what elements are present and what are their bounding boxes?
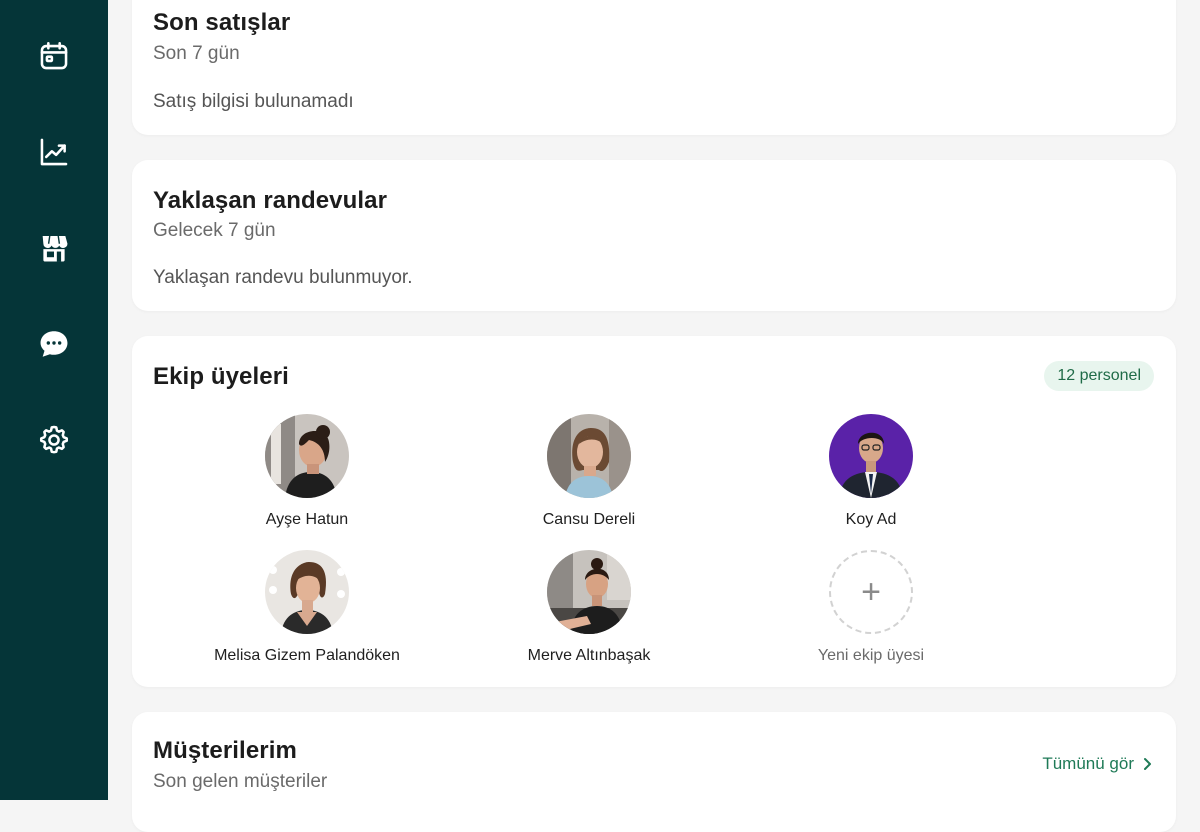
upcoming-appointments-subtitle: Gelecek 7 gün [153,220,276,241]
team-member[interactable]: Ayşe Hatun [187,414,427,529]
team-member[interactable]: Cansu Dereli [469,414,709,529]
chart-icon [40,138,68,166]
recent-sales-subtitle: Son 7 gün [153,43,240,64]
avatar [265,550,349,634]
member-name: Merve Altınbaşak [527,647,651,664]
avatar [265,414,349,498]
upcoming-appointments-title: Yaklaşan randevular [153,187,388,214]
upcoming-appointments-card: Yaklaşan randevular Gelecek 7 gün Yaklaş… [132,160,1176,311]
team-member[interactable]: Melisa Gizem Palandöken [187,550,427,665]
team-members-title: Ekip üyeleri [153,363,289,390]
gear-icon [39,425,69,454]
chevron-right-icon [1144,758,1151,770]
member-name: Ayşe Hatun [265,511,349,528]
main-content: Son satışlar Son 7 gün Satış bilgisi bul… [108,0,1200,832]
avatar-image [829,414,913,498]
team-members-card: Ekip üyeleri 12 personel Ayşe Hatun Cans… [132,336,1176,687]
member-name: Melisa Gizem Palandöken [214,647,400,664]
sidebar-item-messages[interactable] [30,320,78,368]
sidebar [0,0,108,800]
customers-subtitle: Son gelen müşteriler [153,771,328,792]
team-member[interactable]: Merve Altınbaşak [469,550,709,665]
team-count-badge: 12 personel [1044,361,1154,391]
recent-sales-empty-text: Satış bilgisi bulunamadı [153,91,354,112]
avatar [547,550,631,634]
add-team-member-button[interactable]: + Yeni ekip üyesi [751,550,991,665]
team-member[interactable]: Koy Ad [751,414,991,529]
see-all-link[interactable]: Tümünü gör [1042,754,1152,774]
sidebar-item-settings[interactable] [30,416,78,464]
customers-card: Müşterilerim Son gelen müşteriler Tümünü… [132,712,1176,832]
sidebar-item-reports[interactable] [30,128,78,176]
member-name: Koy Ad [845,511,897,528]
sidebar-item-calendar[interactable] [30,32,78,80]
avatar [829,414,913,498]
upcoming-appointments-empty-text: Yaklaşan randevu bulunmuyor. [153,267,413,288]
recent-sales-card: Son satışlar Son 7 gün Satış bilgisi bul… [132,0,1176,135]
calendar-icon [40,41,68,70]
store-icon [42,235,68,262]
member-name: Cansu Dereli [542,511,636,528]
avatar-image [547,414,631,498]
avatar [547,414,631,498]
see-all-label: Tümünü gör [1042,754,1134,773]
recent-sales-title: Son satışlar [153,9,291,36]
sidebar-item-store[interactable] [30,224,78,272]
avatar-image [265,414,349,498]
plus-icon[interactable]: + [829,550,913,634]
chat-icon [40,331,68,357]
add-team-member-label: Yeni ekip üyesi [817,647,925,664]
avatar-image [265,550,349,634]
avatar-image [547,550,631,634]
customers-title: Müşterilerim [153,737,297,764]
